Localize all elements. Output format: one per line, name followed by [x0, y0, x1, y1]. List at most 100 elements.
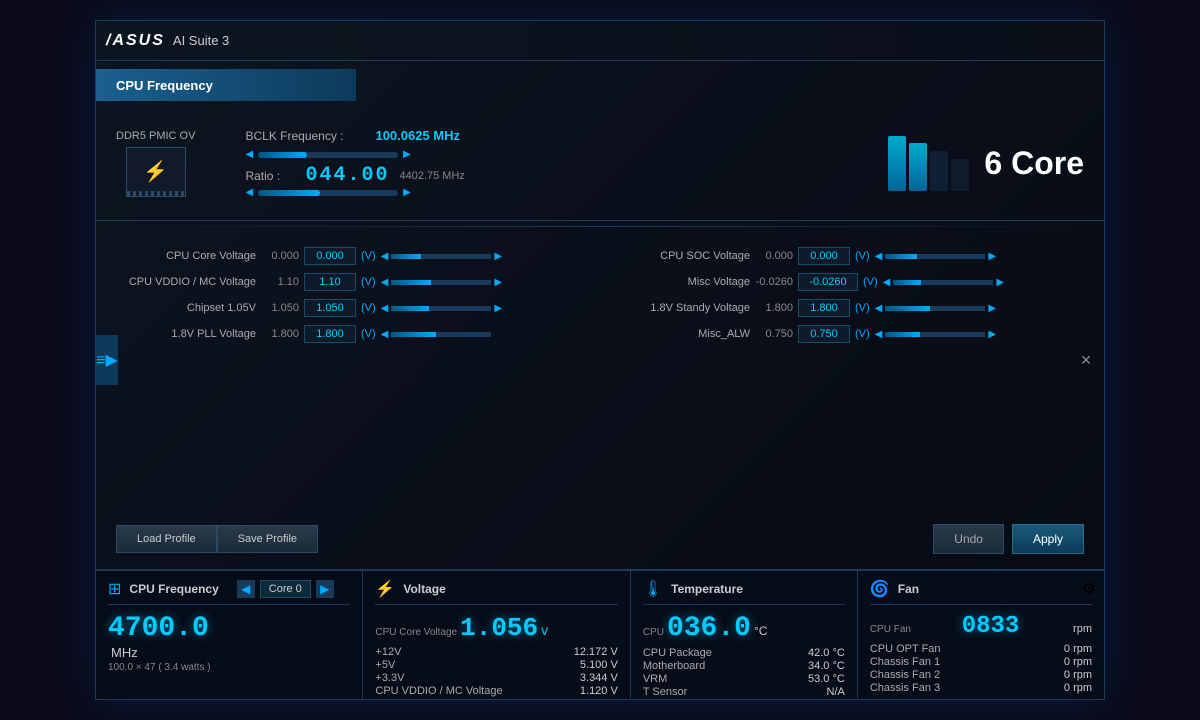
v-slider-track-r3[interactable]	[885, 332, 985, 337]
v-label-2: Chipset 1.05V	[116, 302, 256, 314]
volt-val-2: 3.344 V	[580, 672, 618, 684]
battery-3	[930, 151, 948, 191]
fan-name-3: Chassis Fan 3	[870, 682, 940, 694]
temp-name-3: T Sensor	[643, 686, 687, 698]
sidebar-toggle[interactable]: ≡▶	[96, 335, 118, 385]
v-input-0[interactable]	[304, 247, 356, 265]
bclk-section: BCLK Frequency : 100.0625 MHz ◀ ▶ Ratio …	[215, 128, 888, 198]
cpu-freq-value: 4700.0	[108, 613, 350, 644]
cpu-freq-detail: 100.0 × 47 ( 3.4 watts )	[108, 662, 350, 673]
close-button[interactable]: ✕	[1076, 350, 1096, 370]
v-slider-left-0[interactable]: ◀	[381, 251, 389, 262]
voltage-row-1: CPU VDDIO / MC Voltage 1.10 (V) ◀ ▶	[116, 273, 590, 291]
battery-4	[951, 159, 969, 191]
ratio-right-arrow[interactable]: ▶	[403, 187, 411, 198]
v-slider-left-r0[interactable]: ◀	[875, 251, 883, 262]
v-unit-r3: (V)	[855, 328, 870, 340]
v-slider-left-2[interactable]: ◀	[381, 303, 389, 314]
voltage-row-2: Chipset 1.05V 1.050 (V) ◀ ▶	[116, 299, 590, 317]
v-slider-left-r2[interactable]: ◀	[875, 303, 883, 314]
settings-icon[interactable]: ⚙	[1082, 579, 1096, 599]
fan-val-3: 0 rpm	[1064, 682, 1092, 694]
fan-val-1: 0 rpm	[1064, 656, 1092, 668]
ratio-freq: 4402.75 MHz	[399, 170, 464, 182]
temp-val-2: 53.0 °C	[808, 673, 845, 685]
apply-button[interactable]: Apply	[1012, 524, 1084, 554]
v-slider-right-1[interactable]: ▶	[494, 277, 502, 288]
voltage-grid: CPU Core Voltage 0.000 (V) ◀ ▶ CPU VDDIO…	[96, 232, 1104, 353]
v-input-2[interactable]	[304, 299, 356, 317]
bclk-slider-track[interactable]	[258, 152, 398, 158]
voltage-row-3: 1.8V PLL Voltage 1.800 (V) ◀	[116, 325, 590, 343]
voltage-header: ⚡ Voltage	[375, 579, 617, 605]
volt-val-3: 1.120 V	[580, 685, 618, 697]
action-bar: Load Profile Save Profile Undo Apply	[96, 524, 1104, 554]
ratio-slider: ◀ ▶	[245, 187, 858, 198]
cpu-freq-header: ⊞ CPU Frequency ◀ Core 0 ▶	[108, 579, 350, 605]
v-input-r3[interactable]	[798, 325, 850, 343]
fan-row-2: Chassis Fan 2 0 rpm	[870, 669, 1092, 681]
v-input-3[interactable]	[304, 325, 356, 343]
v-input-r2[interactable]	[798, 299, 850, 317]
chip-pins	[127, 191, 185, 196]
v-slider-right-2[interactable]: ▶	[494, 303, 502, 314]
v-slider-track-r2[interactable]	[885, 306, 985, 311]
v-label-r0: CPU SOC Voltage	[610, 250, 750, 262]
ratio-value: 044.00	[305, 164, 389, 187]
v-slider-left-1[interactable]: ◀	[381, 277, 389, 288]
v-val-3: 1.800	[261, 328, 299, 340]
v-input-r1[interactable]	[798, 273, 858, 291]
v-slider-track-3[interactable]	[391, 332, 491, 337]
v-slider-right-r1[interactable]: ▶	[996, 277, 1004, 288]
voltage-row-r0: CPU SOC Voltage 0.000 (V) ◀ ▶	[610, 247, 1084, 265]
v-slider-r0: ◀ ▶	[875, 251, 996, 262]
voltage-icon: ⚡	[375, 579, 395, 599]
bclk-row: BCLK Frequency : 100.0625 MHz	[245, 128, 858, 143]
load-profile-button[interactable]: Load Profile	[116, 525, 217, 553]
bclk-label: BCLK Frequency :	[245, 129, 365, 143]
bclk-left-arrow[interactable]: ◀	[245, 149, 253, 160]
bclk-right-arrow[interactable]: ▶	[403, 149, 411, 160]
v-label-r2: 1.8V Standy Voltage	[610, 302, 750, 314]
v-val-2: 1.050	[261, 302, 299, 314]
v-val-r1: -0.0260	[755, 276, 793, 288]
v-slider-1: ◀ ▶	[381, 277, 502, 288]
v-input-r0[interactable]	[798, 247, 850, 265]
v-val-1: 1.10	[261, 276, 299, 288]
ddr5-chip	[126, 147, 186, 197]
v-slider-track-r1[interactable]	[893, 280, 993, 285]
volt-val-0: 12.172 V	[574, 646, 618, 658]
v-slider-right-r3[interactable]: ▶	[988, 329, 996, 340]
v-slider-left-3[interactable]: ◀	[381, 329, 389, 340]
core-prev-arrow[interactable]: ◀	[237, 580, 255, 598]
cpu-temp-unit: °C	[754, 624, 767, 638]
v-slider-track-1[interactable]	[391, 280, 491, 285]
v-slider-right-r2[interactable]: ▶	[988, 303, 996, 314]
save-profile-button[interactable]: Save Profile	[217, 525, 318, 553]
v-slider-right-0[interactable]: ▶	[494, 251, 502, 262]
v-slider-right-r0[interactable]: ▶	[988, 251, 996, 262]
fan-header: 🌀 Fan	[870, 579, 1092, 605]
ratio-slider-track[interactable]	[258, 190, 398, 196]
v-slider-track-2[interactable]	[391, 306, 491, 311]
fan-row-3: Chassis Fan 3 0 rpm	[870, 682, 1092, 694]
v-unit-3: (V)	[361, 328, 376, 340]
v-val-r0: 0.000	[755, 250, 793, 262]
core-next-arrow[interactable]: ▶	[316, 580, 334, 598]
core-label: Core 0	[260, 580, 311, 598]
v-slider-left-r1[interactable]: ◀	[883, 277, 891, 288]
temp-row-2: VRM 53.0 °C	[643, 673, 845, 685]
bclk-value: 100.0625 MHz	[375, 128, 460, 143]
undo-button[interactable]: Undo	[933, 524, 1004, 554]
cpu-fan-label: CPU Fan	[870, 624, 911, 635]
v-slider-track-r0[interactable]	[885, 254, 985, 259]
v-slider-track-0[interactable]	[391, 254, 491, 259]
ratio-left-arrow[interactable]: ◀	[245, 187, 253, 198]
v-slider-r1: ◀ ▶	[883, 277, 1004, 288]
v-slider-left-r3[interactable]: ◀	[875, 329, 883, 340]
v-input-1[interactable]	[304, 273, 356, 291]
temp-title: Temperature	[671, 582, 743, 596]
cpu-freq-title: CPU Frequency	[129, 582, 218, 596]
voltage-row-r2: 1.8V Standy Voltage 1.800 (V) ◀ ▶	[610, 299, 1084, 317]
v-label-3: 1.8V PLL Voltage	[116, 328, 256, 340]
